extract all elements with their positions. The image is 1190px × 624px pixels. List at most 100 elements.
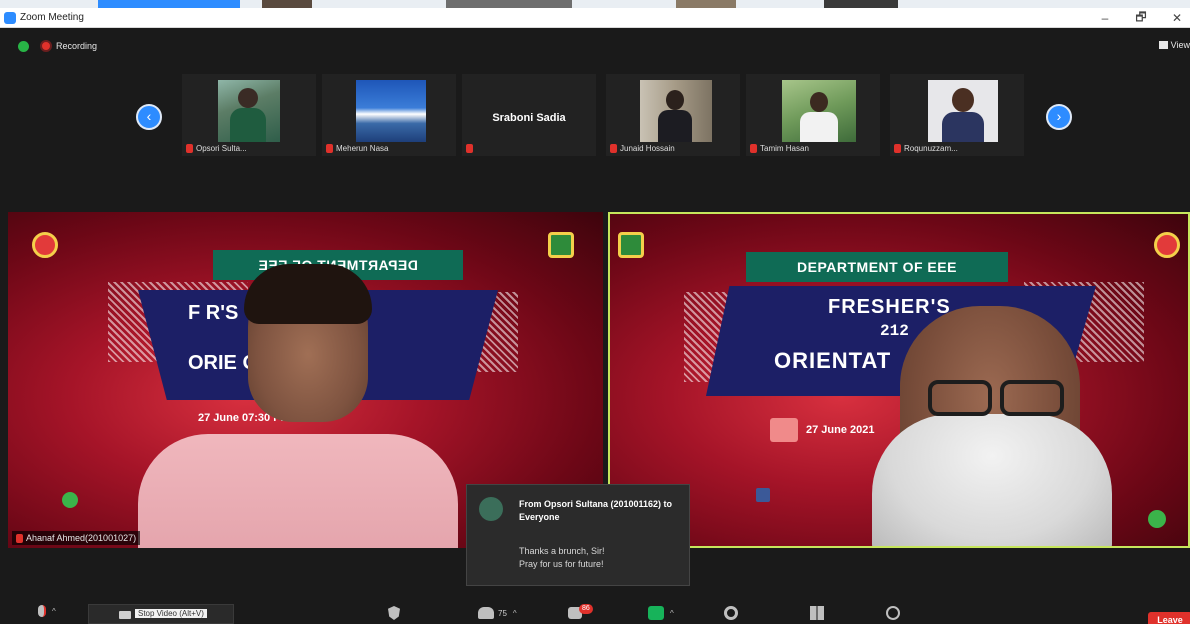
department-logo bbox=[32, 232, 58, 258]
security-button[interactable] bbox=[388, 604, 400, 622]
participant-video bbox=[928, 80, 998, 142]
share-screen-icon bbox=[648, 606, 664, 620]
mic-muted-icon bbox=[466, 144, 473, 153]
mic-muted-icon bbox=[750, 144, 757, 153]
participant-thumbnail[interactable]: Roqunuzzam... bbox=[890, 74, 1024, 156]
participant-name-tag: Roqunuzzam... bbox=[894, 144, 958, 153]
participant-body bbox=[942, 112, 984, 142]
record-button[interactable] bbox=[724, 604, 738, 622]
chat-unread-badge: 86 bbox=[579, 604, 593, 614]
reactions-button[interactable] bbox=[886, 604, 900, 622]
mic-muted-icon bbox=[186, 144, 193, 153]
recording-label[interactable]: Recording bbox=[56, 41, 97, 51]
participant-name: Roqunuzzam... bbox=[904, 144, 958, 153]
share-options-caret[interactable]: ^ bbox=[670, 609, 674, 618]
calendar-icon bbox=[770, 418, 798, 442]
participants-options-caret[interactable]: ^ bbox=[513, 609, 517, 618]
slide-banner: DEPARTMENT OF EEE bbox=[746, 252, 1008, 282]
background-window-blob bbox=[446, 0, 572, 8]
background-window-blob bbox=[262, 0, 312, 8]
background-window-blob bbox=[676, 0, 736, 8]
footer-logo bbox=[1148, 510, 1166, 528]
participant-name: Opsori Sulta... bbox=[196, 144, 247, 153]
participant-name-tag bbox=[466, 144, 473, 153]
slide-title-line3: ORIENTAT bbox=[774, 348, 892, 373]
apps-icon bbox=[810, 606, 824, 620]
participant-head bbox=[810, 92, 828, 112]
prev-page-button[interactable]: ‹ bbox=[136, 104, 162, 130]
chat-from: From Opsori Sultana (201001162) to Every… bbox=[519, 499, 673, 522]
security-shield-icon[interactable] bbox=[18, 41, 29, 52]
chat-message-line: Thanks a brunch, Sir! bbox=[519, 546, 605, 556]
participants-icon bbox=[478, 607, 494, 619]
security-icon bbox=[388, 606, 400, 620]
participant-name-tag: Tamim Hasan bbox=[750, 144, 809, 153]
share-screen-button[interactable]: ^ bbox=[648, 604, 674, 622]
minimize-button[interactable]: – bbox=[1098, 11, 1112, 25]
participant-body bbox=[230, 108, 266, 142]
view-button[interactable]: View bbox=[1158, 40, 1190, 50]
footer-logo bbox=[62, 492, 78, 508]
participant-thumbnail[interactable]: Opsori Sulta... bbox=[182, 74, 316, 156]
prev-arrow-icon: ‹ bbox=[146, 108, 152, 124]
window-controls: – 🗗 ✕ bbox=[1098, 8, 1184, 28]
audio-options-caret[interactable]: ^ bbox=[52, 607, 56, 616]
chat-avatar-icon bbox=[479, 497, 503, 521]
participants-count: 75 bbox=[498, 608, 507, 618]
chat-message-line: Pray for us for future! bbox=[519, 559, 604, 569]
participant-hair bbox=[244, 264, 372, 324]
participant-body bbox=[658, 110, 692, 142]
mic-muted-icon bbox=[894, 144, 901, 153]
participant-video-right-active-speaker[interactable]: DEPARTMENT OF EEE FRESHER'S 212 ORIENTAT… bbox=[608, 212, 1190, 548]
participant-shirt bbox=[138, 434, 458, 548]
mic-muted-icon bbox=[326, 144, 333, 153]
meeting-info-bar: Recording View bbox=[0, 29, 1190, 59]
participant-name-tag: Opsori Sulta... bbox=[186, 144, 247, 153]
participant-name: Junaid Hossain bbox=[620, 144, 675, 153]
zoom-app-icon bbox=[4, 11, 16, 24]
participant-video bbox=[640, 80, 712, 142]
participant-video bbox=[782, 80, 856, 142]
mic-muted-icon bbox=[38, 605, 46, 617]
slide-title-line2: 212 bbox=[880, 322, 909, 340]
video-camera-icon bbox=[119, 611, 131, 619]
mute-button[interactable]: ^ bbox=[38, 602, 56, 620]
participant-thumbnail[interactable]: Tamim Hasan bbox=[746, 74, 880, 156]
participant-name-tag: Meherun Nasa bbox=[326, 144, 388, 153]
chat-notification[interactable]: From Opsori Sultana (201001162) to Every… bbox=[466, 484, 690, 586]
record-button-icon bbox=[724, 606, 738, 620]
university-logo bbox=[548, 232, 574, 258]
chat-button[interactable]: 86 bbox=[568, 604, 593, 622]
mic-muted-icon bbox=[16, 533, 23, 543]
next-page-button[interactable]: › bbox=[1046, 104, 1072, 130]
stop-video-button[interactable]: Stop Video (Alt+V) bbox=[88, 604, 234, 624]
zoom-window: Zoom Meeting – 🗗 ✕ Recording View ‹ › Op… bbox=[0, 0, 1190, 624]
background-window-strip bbox=[0, 0, 1190, 8]
participant-name-label: Ahanaf Ahmed(201001027) bbox=[12, 531, 141, 545]
chat-message: Thanks a brunch, Sir! Pray for us for fu… bbox=[519, 545, 683, 571]
title-bar: Zoom Meeting – 🗗 ✕ bbox=[0, 8, 1190, 28]
apps-button[interactable] bbox=[810, 604, 824, 622]
participant-video bbox=[218, 80, 280, 142]
participant-name: Tamim Hasan bbox=[760, 144, 809, 153]
speaker-glasses-left bbox=[928, 380, 992, 416]
stop-video-tooltip: Stop Video (Alt+V) bbox=[135, 609, 207, 618]
close-button[interactable]: ✕ bbox=[1170, 11, 1184, 25]
participant-body bbox=[800, 112, 838, 142]
maximize-button[interactable]: 🗗 bbox=[1134, 8, 1148, 29]
participant-head bbox=[238, 88, 258, 108]
speaker-beard bbox=[872, 414, 1112, 546]
participant-name: Ahanaf Ahmed(201001027) bbox=[26, 533, 137, 543]
view-label: View bbox=[1170, 40, 1190, 50]
slide-date: 27 June 2021 bbox=[806, 424, 875, 436]
participant-thumbnail[interactable]: Junaid Hossain bbox=[606, 74, 740, 156]
leave-button[interactable]: Leave bbox=[1148, 612, 1190, 624]
participant-head bbox=[952, 88, 974, 112]
slide-title-line1: FRESHER'S bbox=[828, 296, 951, 318]
participant-name-tag: Junaid Hossain bbox=[610, 144, 675, 153]
background-window-blob bbox=[98, 0, 240, 8]
participant-thumbnail[interactable]: Sraboni Sadia bbox=[462, 74, 596, 156]
participant-thumbnail[interactable]: Meherun Nasa bbox=[322, 74, 456, 156]
participants-button[interactable]: 75 ^ bbox=[478, 604, 517, 622]
participant-display-name: Sraboni Sadia bbox=[492, 112, 566, 124]
